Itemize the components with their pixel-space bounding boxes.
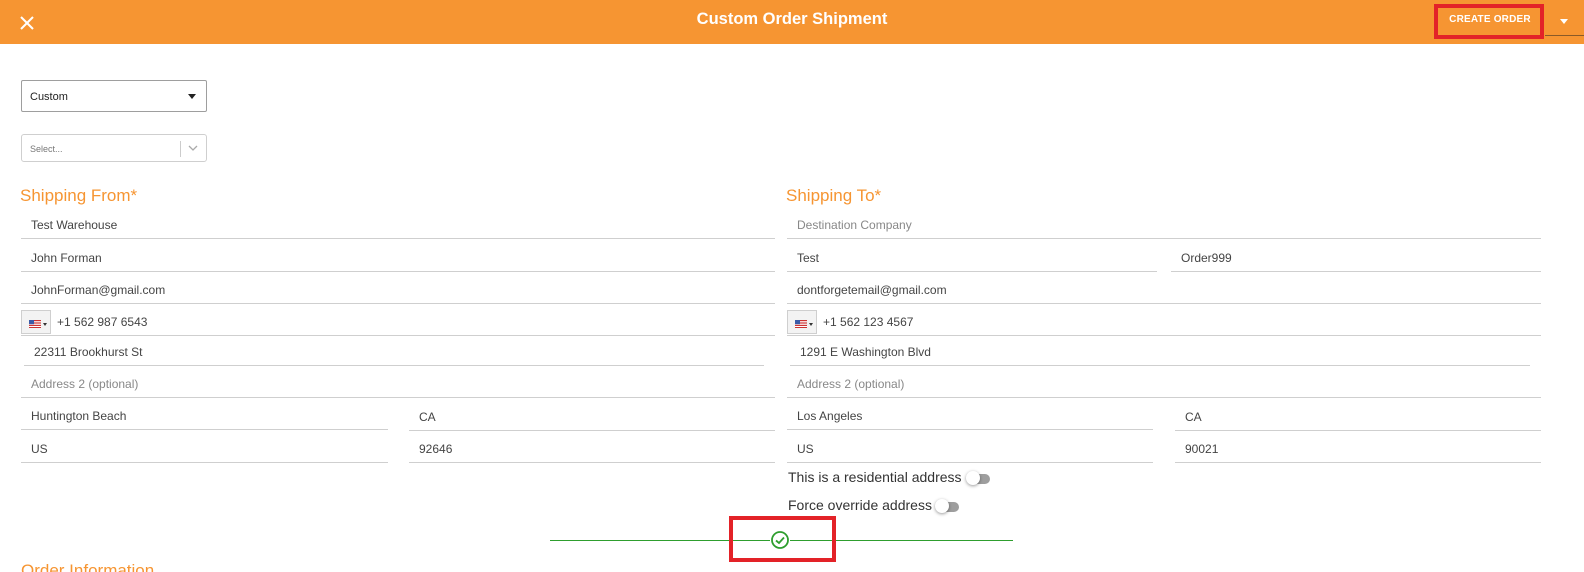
caret-down-icon[interactable] — [1554, 14, 1574, 26]
order-type-value: Custom — [30, 91, 68, 103]
to-city-field[interactable]: Los Angeles — [787, 406, 1153, 430]
toggle-knob — [935, 499, 949, 513]
order-type-select[interactable]: Custom — [21, 80, 207, 112]
to-zip-field[interactable]: 90021 — [1175, 439, 1541, 463]
from-phone-field[interactable]: +1 562 987 6543 — [21, 310, 775, 336]
page-title: Custom Order Shipment — [696, 10, 888, 28]
chevron-down-icon — [186, 141, 200, 155]
shipping-from-heading: Shipping From* — [20, 186, 138, 205]
from-company-field[interactable]: Test Warehouse — [21, 215, 775, 239]
highlight-box-validation — [729, 516, 836, 562]
highlight-box-create-order — [1434, 4, 1544, 39]
from-address1-field[interactable]: 22311 Brookhurst St — [24, 342, 764, 366]
select-separator — [180, 141, 181, 157]
force-override-toggle[interactable] — [935, 499, 961, 513]
country-flag-select[interactable] — [787, 310, 817, 334]
app-header: Custom Order Shipment CREATE ORDER — [0, 0, 1584, 44]
residential-toggle[interactable] — [966, 471, 992, 485]
to-country-field[interactable]: US — [787, 439, 1153, 463]
us-flag-icon — [29, 320, 41, 328]
from-email-field[interactable]: JohnForman@gmail.com — [21, 280, 775, 304]
from-address2-field[interactable]: Address 2 (optional) — [21, 374, 775, 398]
to-email-field[interactable]: dontforgetemail@gmail.com — [787, 280, 1541, 304]
to-phone-field[interactable]: +1 562 123 4567 — [787, 310, 1541, 336]
toggle-knob — [966, 471, 980, 485]
preset-select[interactable]: Select... — [21, 134, 207, 162]
to-state-field[interactable]: CA — [1175, 407, 1541, 431]
dropdown-underline — [1545, 35, 1584, 36]
caret-down-icon — [188, 94, 196, 99]
from-country-field[interactable]: US — [21, 439, 388, 463]
caret-down-icon — [43, 323, 47, 326]
force-override-label: Force override address — [788, 497, 932, 513]
from-phone-value: +1 562 987 6543 — [57, 315, 148, 329]
to-address1-field[interactable]: 1291 E Washington Blvd — [790, 342, 1530, 366]
from-city-field[interactable]: Huntington Beach — [21, 406, 388, 430]
from-name-field[interactable]: John Forman — [21, 248, 775, 272]
to-first-name-field[interactable]: Test — [787, 248, 1157, 272]
us-flag-icon — [795, 320, 807, 328]
shipping-to-heading: Shipping To* — [786, 186, 882, 205]
to-phone-value: +1 562 123 4567 — [823, 315, 914, 329]
to-company-field[interactable]: Destination Company — [787, 215, 1541, 239]
from-zip-field[interactable]: 92646 — [409, 439, 775, 463]
from-state-field[interactable]: CA — [409, 407, 775, 431]
preset-select-placeholder: Select... — [30, 144, 63, 154]
country-flag-select[interactable] — [21, 310, 51, 334]
to-last-name-field[interactable]: Order999 — [1171, 248, 1541, 272]
to-address2-field[interactable]: Address 2 (optional) — [787, 374, 1541, 398]
order-information-heading: Order Information — [21, 561, 155, 572]
residential-label: This is a residential address — [788, 469, 962, 485]
caret-down-icon — [809, 323, 813, 326]
